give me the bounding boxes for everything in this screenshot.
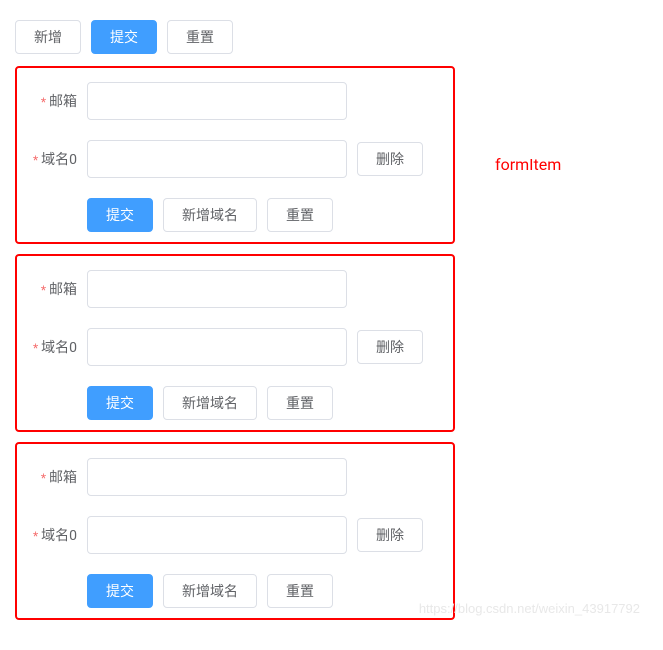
- delete-button[interactable]: 删除: [357, 142, 423, 176]
- inner-submit-button[interactable]: 提交: [87, 574, 153, 608]
- domain-label: *域名0: [27, 525, 87, 545]
- add-domain-button[interactable]: 新增域名: [163, 574, 257, 608]
- form-item-box: *邮箱 *域名0 删除 提交 新增域名 重置: [15, 66, 455, 244]
- page-container: 新增 提交 重置 formItem *邮箱 *域名0 删除 提交 新增域名 重置…: [15, 20, 648, 620]
- email-label: *邮箱: [27, 467, 87, 487]
- reset-button[interactable]: 重置: [167, 20, 233, 54]
- inner-submit-button[interactable]: 提交: [87, 198, 153, 232]
- domain-input[interactable]: [87, 516, 347, 554]
- inner-submit-button[interactable]: 提交: [87, 386, 153, 420]
- inner-reset-button[interactable]: 重置: [267, 198, 333, 232]
- delete-button[interactable]: 删除: [357, 518, 423, 552]
- domain-row: *域名0 删除: [27, 516, 443, 554]
- email-row: *邮箱: [27, 458, 443, 496]
- inner-reset-button[interactable]: 重置: [267, 574, 333, 608]
- add-domain-button[interactable]: 新增域名: [163, 386, 257, 420]
- email-input[interactable]: [87, 458, 347, 496]
- inner-reset-button[interactable]: 重置: [267, 386, 333, 420]
- email-row: *邮箱: [27, 82, 443, 120]
- inner-button-row: 提交 新增域名 重置: [87, 386, 443, 420]
- add-button[interactable]: 新增: [15, 20, 81, 54]
- annotation-label: formItem: [495, 155, 561, 174]
- domain-row: *域名0 删除: [27, 140, 443, 178]
- inner-button-row: 提交 新增域名 重置: [87, 574, 443, 608]
- email-row: *邮箱: [27, 270, 443, 308]
- email-input[interactable]: [87, 270, 347, 308]
- add-domain-button[interactable]: 新增域名: [163, 198, 257, 232]
- top-button-row: 新增 提交 重置: [15, 20, 648, 54]
- form-item-box: *邮箱 *域名0 删除 提交 新增域名 重置: [15, 254, 455, 432]
- email-label: *邮箱: [27, 279, 87, 299]
- email-input[interactable]: [87, 82, 347, 120]
- inner-button-row: 提交 新增域名 重置: [87, 198, 443, 232]
- delete-button[interactable]: 删除: [357, 330, 423, 364]
- email-label: *邮箱: [27, 91, 87, 111]
- domain-input[interactable]: [87, 140, 347, 178]
- domain-label: *域名0: [27, 149, 87, 169]
- form-item-box: *邮箱 *域名0 删除 提交 新增域名 重置: [15, 442, 455, 620]
- domain-row: *域名0 删除: [27, 328, 443, 366]
- domain-label: *域名0: [27, 337, 87, 357]
- submit-button[interactable]: 提交: [91, 20, 157, 54]
- domain-input[interactable]: [87, 328, 347, 366]
